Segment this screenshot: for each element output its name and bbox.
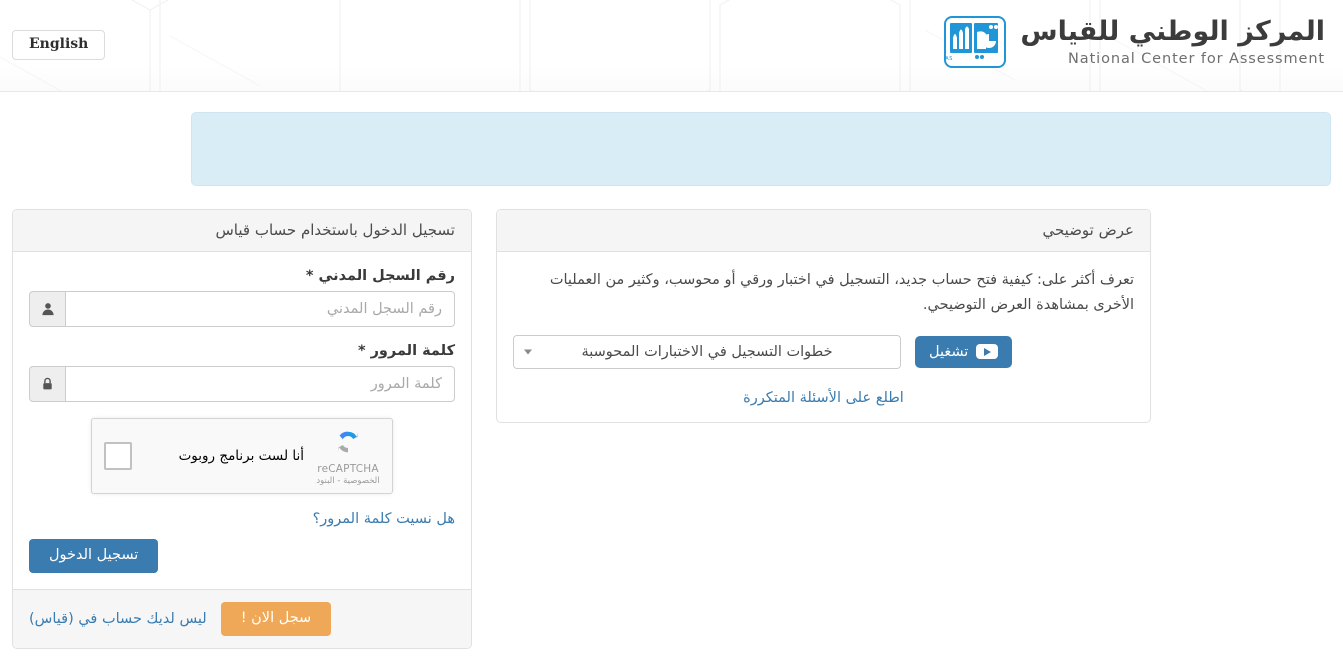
chevron-down-icon: [524, 349, 532, 355]
demo-description: تعرف أكثر على: كيفية فتح حساب جديد، التس…: [549, 272, 1134, 314]
play-demo-label: تشغيل: [929, 343, 969, 360]
national-id-label: رقم السجل المدني *: [305, 268, 455, 284]
login-panel-title: تسجيل الدخول باستخدام حساب قياس: [13, 210, 471, 252]
national-id-input[interactable]: [65, 291, 455, 327]
info-alert-banner: [191, 112, 1331, 186]
forgot-password-link[interactable]: هل نسيت كلمة المرور؟: [313, 511, 455, 527]
brand-name-arabic: المركز الوطني للقياس: [1020, 15, 1325, 47]
forgot-password-row: هل نسيت كلمة المرور؟: [29, 508, 455, 527]
login-panel: تسجيل الدخول باستخدام حساب قياس رقم السج…: [12, 209, 472, 649]
recaptcha-brand: reCAPTCHA الخصوصية - البنود: [316, 427, 380, 486]
login-submit-button[interactable]: تسجيل الدخول: [29, 539, 159, 573]
svg-text:QIYAS: QIYAS: [946, 56, 953, 62]
qiyas-logo-icon: QIYAS: [944, 16, 1007, 68]
faq-row: اطلع على الأسئلة المتكررة: [513, 387, 1134, 406]
demo-panel: عرض توضيحي تعرف أكثر على: كيفية فتح حساب…: [496, 209, 1151, 423]
no-account-text: ليس لديك حساب في (قياس): [29, 610, 207, 627]
recaptcha-icon: [337, 431, 359, 452]
recaptcha-widget[interactable]: أنا لست برنامج روبوت reCAPTCHA الخصوصية …: [91, 418, 393, 494]
demo-video-select-value: خطوات التسجيل في الاختبارات المحوسبة: [581, 343, 833, 360]
recaptcha-container: أنا لست برنامج روبوت reCAPTCHA الخصوصية …: [29, 418, 455, 494]
page-header: English المركز الوطني للقياس National Ce…: [0, 0, 1343, 92]
login-panel-footer: ليس لديك حساب في (قياس) سجل الان !: [13, 588, 471, 648]
password-label: كلمة المرور *: [357, 343, 455, 359]
brand-name-english: National Center for Assessment: [1068, 50, 1325, 67]
recaptcha-terms[interactable]: الخصوصية - البنود: [316, 476, 380, 486]
password-group: [29, 366, 455, 402]
brand-logo: المركز الوطني للقياس National Center for…: [944, 16, 1325, 68]
user-icon: [29, 291, 65, 327]
recaptcha-label: أنا لست برنامج روبوت: [178, 448, 304, 464]
language-toggle-button[interactable]: English: [12, 30, 106, 61]
national-id-group: [29, 291, 455, 327]
demo-column: عرض توضيحي تعرف أكثر على: كيفية فتح حساب…: [496, 209, 1151, 423]
demo-panel-title: عرض توضيحي: [497, 210, 1150, 252]
login-column: تسجيل الدخول باستخدام حساب قياس رقم السج…: [12, 209, 472, 649]
register-now-button[interactable]: سجل الان !: [220, 601, 332, 636]
recaptcha-checkbox[interactable]: [104, 442, 132, 470]
lock-icon: [29, 366, 65, 402]
login-form: رقم السجل المدني * كلمة المرور *: [13, 252, 471, 589]
faq-link[interactable]: اطلع على الأسئلة المتكررة: [743, 390, 904, 406]
password-input[interactable]: [65, 366, 455, 402]
recaptcha-brand-name: reCAPTCHA: [317, 462, 379, 475]
page-content: تسجيل الدخول باستخدام حساب قياس رقم السج…: [0, 112, 1343, 649]
brand-text-block: المركز الوطني للقياس National Center for…: [1020, 18, 1325, 67]
youtube-play-icon: [976, 344, 999, 360]
demo-panel-body: تعرف أكثر على: كيفية فتح حساب جديد، التس…: [497, 252, 1150, 422]
demo-video-select[interactable]: خطوات التسجيل في الاختبارات المحوسبة: [513, 334, 901, 369]
main-columns: تسجيل الدخول باستخدام حساب قياس رقم السج…: [12, 209, 1331, 649]
login-actions-row: تسجيل الدخول: [29, 539, 455, 573]
play-demo-button[interactable]: تشغيل: [915, 335, 1013, 368]
demo-controls-row: خطوات التسجيل في الاختبارات المحوسبة تشغ…: [513, 334, 1134, 369]
